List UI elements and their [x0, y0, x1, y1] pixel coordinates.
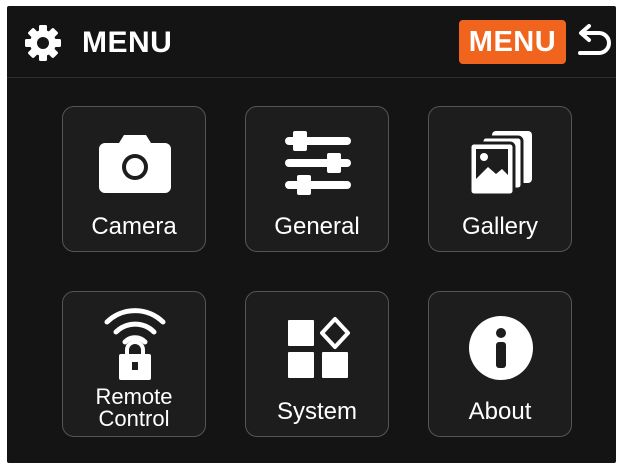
tile-camera[interactable]: Camera — [62, 106, 206, 252]
tile-remote-control[interactable]: Remote Control — [62, 291, 206, 437]
tile-system[interactable]: System — [245, 291, 389, 437]
page-title: MENU — [82, 26, 173, 59]
wifi-lock-icon — [63, 292, 205, 392]
menu-button[interactable]: MENU — [459, 20, 566, 64]
tile-about[interactable]: About — [428, 291, 572, 437]
gallery-icon — [429, 107, 571, 207]
grid-diamond-icon — [246, 292, 388, 392]
tile-general[interactable]: General — [245, 106, 389, 252]
menu-screen: MENU MENU Camera General Gallery Remote … — [7, 6, 616, 463]
tile-label: System — [276, 398, 357, 425]
info-icon — [429, 292, 571, 392]
tile-label: Gallery — [461, 213, 539, 240]
sliders-icon — [246, 107, 388, 207]
gear-icon — [25, 25, 61, 61]
camera-icon — [63, 107, 205, 207]
tile-gallery[interactable]: Gallery — [428, 106, 572, 252]
tile-label: Remote Control — [95, 384, 173, 431]
tile-label: About — [468, 398, 532, 425]
header-divider — [7, 77, 616, 78]
header-bar: MENU MENU — [7, 6, 616, 78]
tile-label: Camera — [91, 213, 177, 240]
tile-label: General — [274, 213, 360, 240]
back-arrow-icon[interactable] — [572, 24, 612, 62]
